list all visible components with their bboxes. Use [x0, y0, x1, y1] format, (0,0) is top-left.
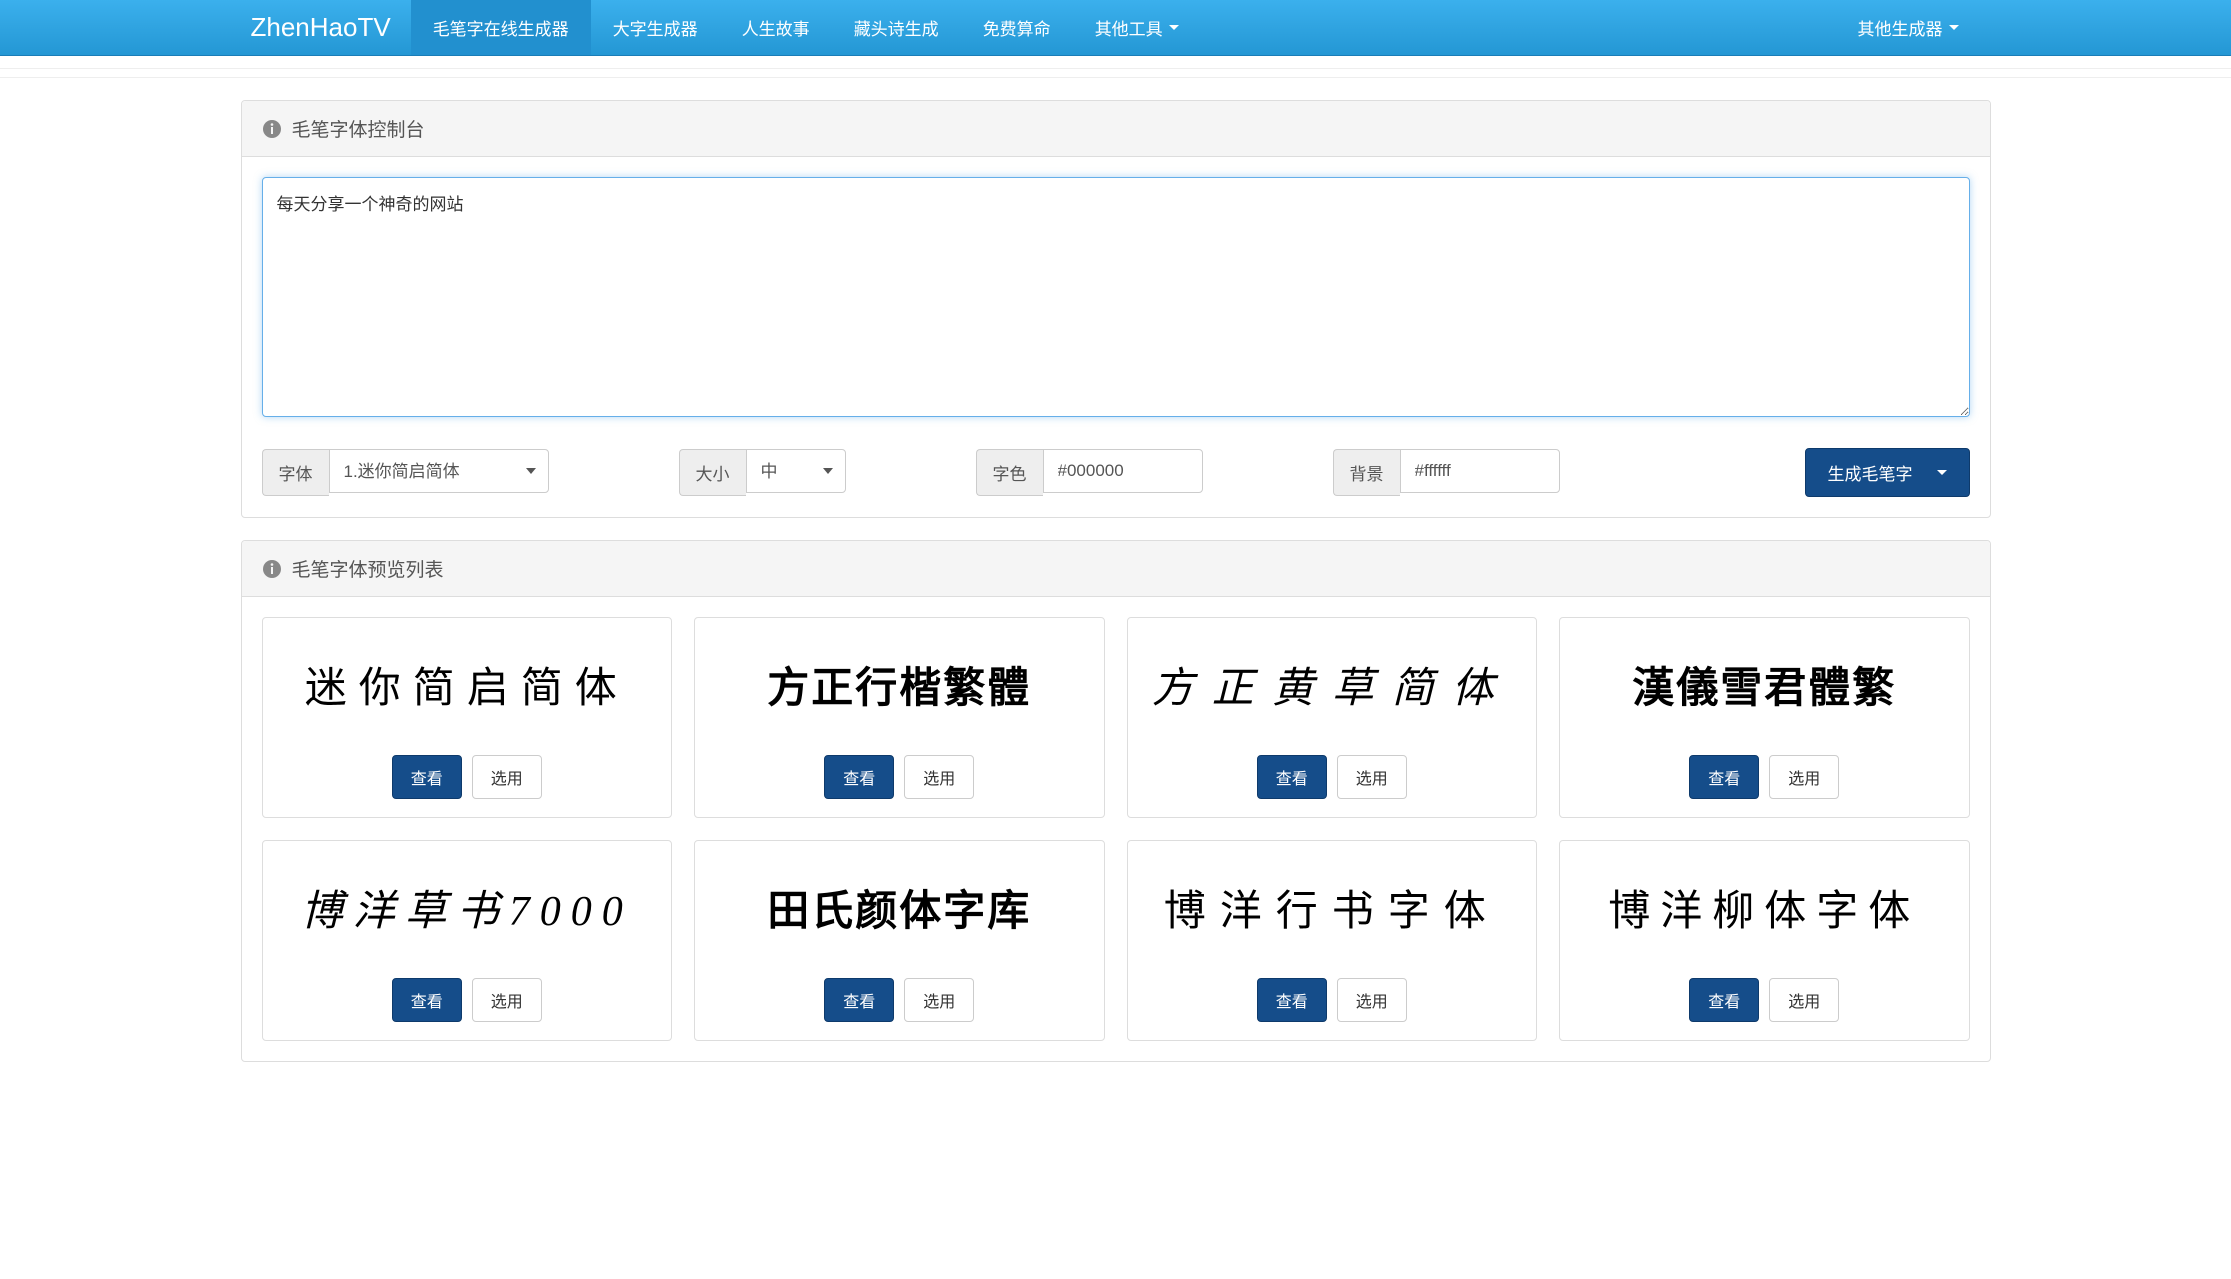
nav-item-fortune[interactable]: 免费算命 — [961, 0, 1073, 55]
separator — [0, 68, 2231, 78]
card-buttons: 查看选用 — [1570, 755, 1959, 799]
text-input[interactable] — [262, 177, 1970, 417]
preview-card: 田氏颜体字库查看选用 — [694, 840, 1105, 1041]
info-icon — [262, 559, 282, 579]
size-label: 大小 — [679, 449, 746, 496]
preview-font-sample: 方正黄草简体 — [1138, 636, 1527, 733]
card-buttons: 查看选用 — [273, 755, 662, 799]
preview-grid: 迷你简启简体查看选用方正行楷繁體查看选用方正黄草简体查看选用漢儀雪君體繁查看选用… — [242, 597, 1990, 1061]
top-navbar: ZhenHaoTV 毛笔字在线生成器 大字生成器 人生故事 藏头诗生成 免费算命… — [0, 0, 2231, 56]
size-group: 大小 中 — [679, 449, 846, 496]
view-button[interactable]: 查看 — [392, 755, 462, 799]
nav-item-label: 其他生成器 — [1858, 15, 1943, 40]
preview-panel-heading: 毛笔字体预览列表 — [242, 541, 1990, 597]
generate-button[interactable]: 生成毛笔字 — [1805, 448, 1970, 497]
caret-down-icon — [1169, 25, 1179, 30]
view-button[interactable]: 查看 — [1689, 978, 1759, 1022]
preview-card: 方正行楷繁體查看选用 — [694, 617, 1105, 818]
select-button[interactable]: 选用 — [1337, 978, 1407, 1022]
preview-card: 方正黄草简体查看选用 — [1127, 617, 1538, 818]
bg-group: 背景 — [1333, 449, 1560, 496]
nav-item-label: 其他工具 — [1095, 15, 1163, 40]
font-select[interactable]: 1.迷你简启简体 — [329, 449, 549, 493]
preview-panel: 毛笔字体预览列表 迷你简启简体查看选用方正行楷繁體查看选用方正黄草简体查看选用漢… — [241, 540, 1991, 1062]
select-button[interactable]: 选用 — [1769, 755, 1839, 799]
preview-card: 迷你简启简体查看选用 — [262, 617, 673, 818]
brand-link[interactable]: ZhenHaoTV — [231, 0, 411, 55]
nav-item-brush-generator[interactable]: 毛笔字在线生成器 — [411, 0, 591, 55]
view-button[interactable]: 查看 — [824, 978, 894, 1022]
card-buttons: 查看选用 — [1570, 978, 1959, 1022]
view-button[interactable]: 查看 — [392, 978, 462, 1022]
bg-label: 背景 — [1333, 449, 1400, 496]
preview-font-sample: 博洋行书字体 — [1138, 859, 1527, 956]
font-group: 字体 1.迷你简启简体 — [262, 449, 549, 496]
nav-item-other-tools[interactable]: 其他工具 — [1073, 0, 1201, 55]
view-button[interactable]: 查看 — [1689, 755, 1759, 799]
nav-item-life-story[interactable]: 人生故事 — [720, 0, 832, 55]
view-button[interactable]: 查看 — [824, 755, 894, 799]
preview-font-sample: 博洋草书7000 — [273, 859, 662, 956]
card-buttons: 查看选用 — [705, 755, 1094, 799]
select-button[interactable]: 选用 — [1337, 755, 1407, 799]
preview-panel-title: 毛笔字体预览列表 — [292, 555, 444, 582]
preview-font-sample: 博洋柳体字体 — [1570, 859, 1959, 956]
bg-input[interactable] — [1400, 449, 1560, 493]
color-group: 字色 — [976, 449, 1203, 496]
color-input[interactable] — [1043, 449, 1203, 493]
select-button[interactable]: 选用 — [904, 978, 974, 1022]
preview-card: 博洋行书字体查看选用 — [1127, 840, 1538, 1041]
preview-font-sample: 方正行楷繁體 — [705, 636, 1094, 733]
nav-item-bigtext[interactable]: 大字生成器 — [591, 0, 720, 55]
select-button[interactable]: 选用 — [904, 755, 974, 799]
card-buttons: 查看选用 — [1138, 755, 1527, 799]
view-button[interactable]: 查看 — [1257, 978, 1327, 1022]
caret-down-icon — [1949, 25, 1959, 30]
generate-button-label: 生成毛笔字 — [1828, 460, 1913, 485]
card-buttons: 查看选用 — [1138, 978, 1527, 1022]
controls-row: 字体 1.迷你简启简体 大小 中 字色 背景 — [262, 448, 1970, 497]
nav-items: 毛笔字在线生成器 大字生成器 人生故事 藏头诗生成 免费算命 其他工具 — [411, 0, 1836, 55]
font-label: 字体 — [262, 449, 329, 496]
preview-font-sample: 漢儀雪君體繁 — [1570, 636, 1959, 733]
select-button[interactable]: 选用 — [472, 978, 542, 1022]
card-buttons: 查看选用 — [273, 978, 662, 1022]
preview-card: 漢儀雪君體繁查看选用 — [1559, 617, 1970, 818]
preview-font-sample: 田氏颜体字库 — [705, 859, 1094, 956]
preview-font-sample: 迷你简启简体 — [273, 636, 662, 733]
nav-item-other-generators[interactable]: 其他生成器 — [1836, 0, 1981, 55]
caret-down-icon — [1937, 470, 1947, 475]
select-button[interactable]: 选用 — [472, 755, 542, 799]
size-select[interactable]: 中 — [746, 449, 846, 493]
nav-item-acrostic[interactable]: 藏头诗生成 — [832, 0, 961, 55]
info-icon — [262, 119, 282, 139]
control-panel: 毛笔字体控制台 字体 1.迷你简启简体 大小 中 — [241, 100, 1991, 518]
preview-card: 博洋柳体字体查看选用 — [1559, 840, 1970, 1041]
control-panel-title: 毛笔字体控制台 — [292, 115, 425, 142]
card-buttons: 查看选用 — [705, 978, 1094, 1022]
color-label: 字色 — [976, 449, 1043, 496]
control-panel-heading: 毛笔字体控制台 — [242, 101, 1990, 157]
select-button[interactable]: 选用 — [1769, 978, 1839, 1022]
preview-card: 博洋草书7000 查看选用 — [262, 840, 673, 1041]
view-button[interactable]: 查看 — [1257, 755, 1327, 799]
